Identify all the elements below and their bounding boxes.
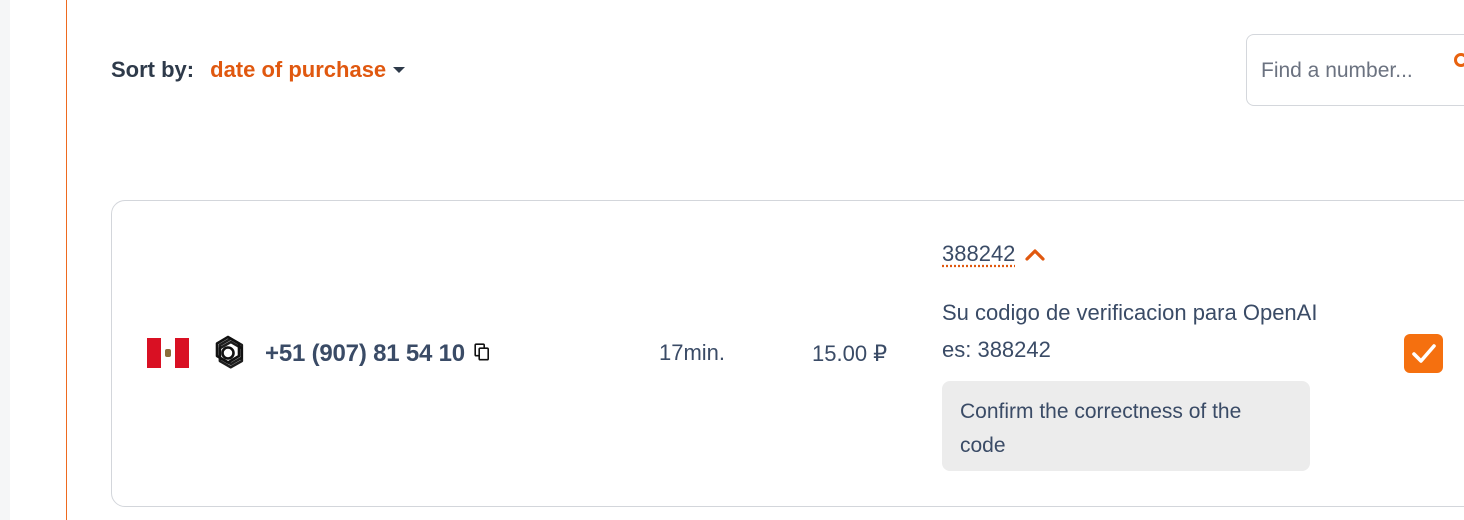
sort-value-label: date of purchase [210, 57, 387, 82]
sms-message: Su codigo de verificacion para OpenAI es… [942, 300, 1318, 362]
confirm-code-box[interactable]: Confirm the correctness of the code [942, 381, 1310, 471]
time-remaining: 17min. [659, 340, 726, 365]
search-box [1246, 34, 1464, 106]
price: 15.00 ₽ [812, 341, 888, 366]
copy-icon[interactable] [474, 343, 490, 361]
check-icon [1411, 343, 1436, 363]
left-panel-shade [0, 0, 10, 520]
phone-number: +51 (907) 81 54 10 [265, 340, 465, 367]
caret-down-icon [393, 67, 406, 73]
left-gutter [10, 0, 66, 520]
confirm-checkbox[interactable] [1404, 334, 1443, 373]
sidebar-divider [66, 0, 67, 520]
sort-dropdown[interactable]: date of purchase [210, 57, 406, 83]
search-icon[interactable] [1454, 53, 1464, 67]
peru-flag-icon [147, 338, 189, 368]
verification-code[interactable]: 388242 [942, 241, 1015, 267]
search-input[interactable] [1261, 57, 1451, 85]
chevron-up-icon[interactable] [1025, 247, 1046, 261]
code-row: 388242 [942, 241, 1046, 267]
sort-control: Sort by: date of purchase [111, 56, 406, 84]
sort-label: Sort by: [111, 57, 195, 82]
openai-icon [215, 335, 244, 369]
